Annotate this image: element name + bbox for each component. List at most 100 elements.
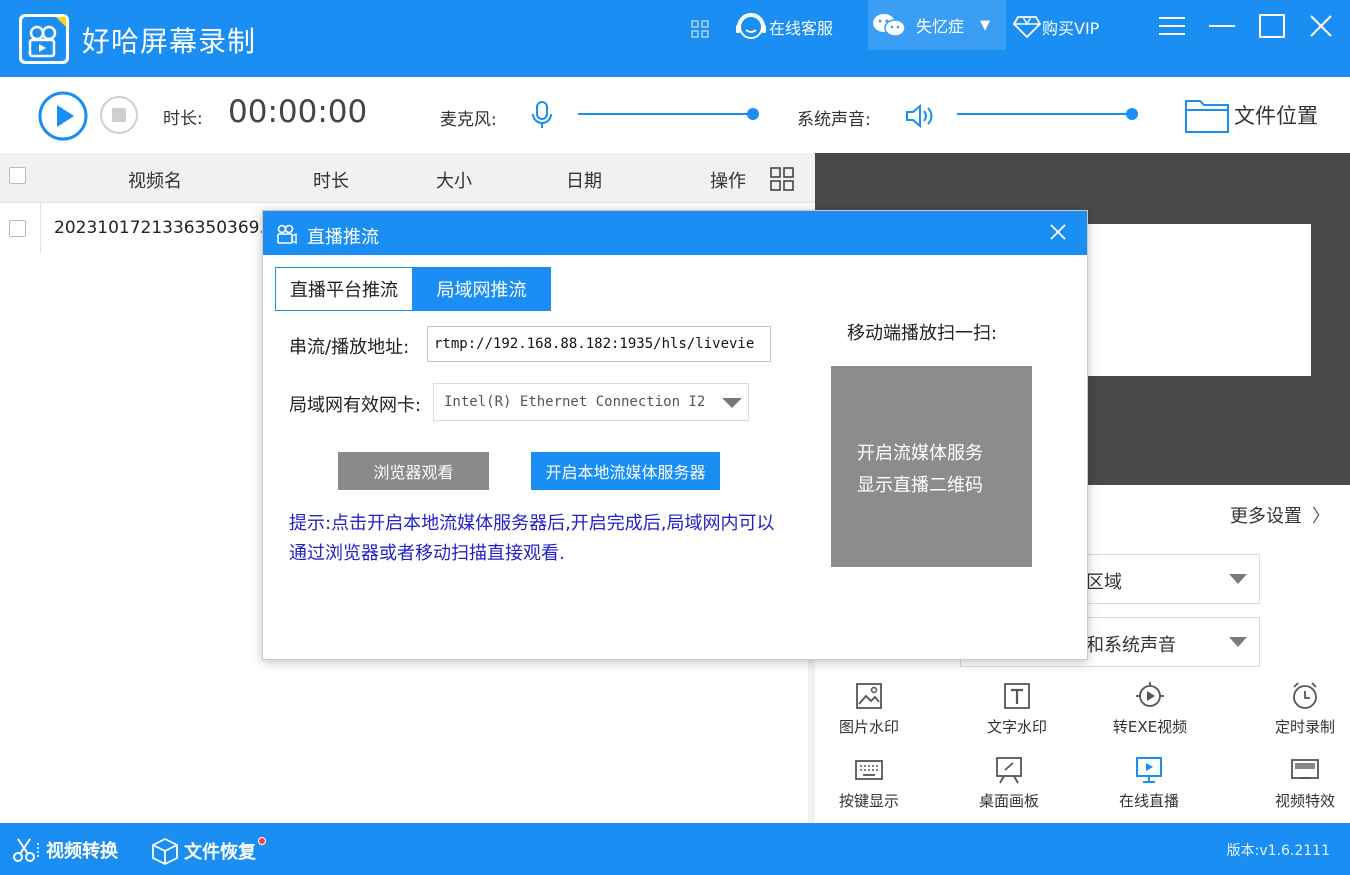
column-actions: 操作 (710, 171, 746, 192)
system-volume-knob[interactable] (1126, 108, 1138, 120)
tool-scheduled-recording[interactable]: 定时录制 (1265, 681, 1345, 737)
select-all-checkbox[interactable] (9, 167, 26, 184)
system-volume-slider[interactable] (957, 108, 1138, 120)
username-label: 失忆症 (916, 17, 965, 36)
tab-platform-stream[interactable]: 直播平台推流 (275, 267, 413, 311)
mic-volume-knob[interactable] (747, 108, 759, 120)
chevron-down-icon: ▼ (980, 17, 991, 33)
column-date[interactable]: 日期 (566, 167, 602, 193)
grid-view-icon[interactable] (769, 166, 795, 192)
bottom-bar: 视频转换 文件恢复 版本:v1.6.2111 (0, 823, 1350, 875)
tool-video-effects[interactable]: 视频特效 (1265, 755, 1345, 811)
more-settings-link[interactable]: 更多设置 〉 (1230, 502, 1330, 528)
dialog-header: 直播推流 (263, 211, 1087, 255)
image-watermark-icon (856, 683, 882, 709)
more-settings-label: 更多设置 (1230, 506, 1302, 527)
tool-key-display[interactable]: 按键显示 (829, 755, 909, 811)
tool-text-watermark[interactable]: 文字水印 (977, 681, 1057, 737)
column-video-name[interactable]: 视频名 (128, 167, 182, 193)
file-location-label: 文件位置 (1234, 104, 1318, 128)
browser-view-button[interactable]: 浏览器观看 (338, 452, 489, 490)
headset-icon (736, 13, 766, 39)
video-table-header: 视频名 时长 大小 日期 操作 (0, 153, 815, 203)
tool-desktop-board[interactable]: 桌面画板 (969, 755, 1049, 811)
customer-service-label: 在线客服 (769, 19, 834, 38)
maximize-icon[interactable] (1255, 10, 1289, 42)
chevron-right-icon: 〉 (1312, 506, 1330, 527)
tool-label: 桌面画板 (978, 792, 1039, 810)
row-checkbox[interactable] (9, 220, 26, 237)
folder-icon (1185, 100, 1229, 133)
column-size[interactable]: 大小 (436, 167, 472, 193)
dialog-close-icon[interactable] (1047, 221, 1069, 243)
nic-label: 局域网有效网卡: (289, 395, 422, 416)
tab-lan-stream[interactable]: 局域网推流 (412, 267, 551, 311)
tool-online-live[interactable]: 在线直播 (1109, 755, 1189, 811)
live-broadcast-icon (1136, 757, 1162, 783)
tool-label: 文字水印 (986, 718, 1047, 736)
nic-select[interactable]: Intel(R) Ethernet Connection I2 (433, 383, 749, 421)
app-logo-icon (19, 14, 69, 64)
notification-dot (258, 837, 266, 845)
version-label: 版本:v1.6.2111 (1226, 843, 1330, 859)
tool-label: 视频特效 (1274, 792, 1335, 810)
exe-video-icon (1136, 682, 1164, 707)
app-window: 好哈屏幕录制 在线客服 失忆症 ▼ 购买VIP 时长: 00:00:00 麦克风… (0, 0, 1350, 875)
video-convert-label: 视频转换 (46, 841, 118, 862)
mic-volume-slider[interactable] (578, 108, 759, 120)
close-icon[interactable] (1304, 10, 1338, 42)
minimize-icon[interactable] (1205, 10, 1239, 42)
video-name-cell: 20231017213363503​69... (54, 218, 276, 238)
alarm-clock-icon (1293, 682, 1317, 709)
preview-canvas (1085, 224, 1311, 376)
dialog-title: 直播推流 (307, 227, 379, 248)
speaker-icon[interactable] (904, 102, 936, 130)
tool-label: 按键显示 (838, 792, 899, 810)
audio-source-value: 和系统声音 (1086, 635, 1176, 656)
customer-service-link[interactable]: 在线客服 (733, 12, 833, 42)
camera-icon (277, 224, 297, 245)
stream-url-input[interactable]: rtmp://192.168.88.182:1935/hls/livevie (427, 326, 771, 362)
play-button[interactable] (37, 90, 89, 142)
text-watermark-icon (1004, 683, 1030, 709)
buy-vip-link[interactable]: 购买VIP (1012, 12, 1099, 42)
wechat-icon (873, 14, 906, 37)
title-bar: 好哈屏幕录制 在线客服 失忆症 ▼ 购买VIP (0, 0, 1350, 77)
drawing-board-icon (996, 757, 1022, 784)
qr-code-icon[interactable] (690, 14, 710, 44)
video-effects-icon (1291, 759, 1319, 779)
diamond-icon (1012, 16, 1042, 39)
column-duration[interactable]: 时长 (313, 167, 349, 193)
tool-label: 转EXE视频 (1112, 718, 1188, 736)
microphone-icon[interactable] (530, 100, 554, 130)
tool-label: 在线直播 (1118, 792, 1179, 810)
start-server-button[interactable]: 开启本地流媒体服务器 (531, 452, 720, 490)
nic-value: Intel(R) Ethernet Connection I2 (444, 394, 706, 410)
duration-value: 00:00:00 (228, 94, 368, 130)
qr-placeholder-line1: 开启流媒体服务 (857, 443, 983, 464)
file-location-button[interactable]: 文件位置 (1184, 95, 1318, 135)
qr-label: 移动端播放扫一扫: (847, 323, 998, 344)
scissors-icon (13, 838, 39, 862)
tool-exe-video[interactable]: 转EXE视频 (1110, 681, 1190, 737)
hint-text: 提示:点击开启本地流媒体服务器后,开启完成后,局域网内可以通过浏览器或者移动扫描… (289, 513, 775, 564)
stop-button[interactable] (99, 95, 139, 135)
tool-label: 图片水印 (838, 718, 899, 736)
live-stream-dialog: 直播推流 直播平台推流 局域网推流 串流/播放地址: rtmp://192.16… (262, 210, 1088, 660)
record-area-value: 区域 (1086, 572, 1122, 593)
tool-label: 定时录制 (1274, 718, 1335, 736)
file-recover-label: 文件恢复 (184, 842, 256, 863)
chevron-down-icon (1229, 637, 1247, 647)
buy-vip-label: 购买VIP (1042, 19, 1100, 38)
panel-divider (808, 660, 815, 823)
chevron-down-icon (722, 398, 742, 408)
keyboard-icon (855, 760, 883, 780)
qr-code-placeholder: 开启流媒体服务 显示直播二维码 (831, 366, 1032, 567)
menu-icon[interactable] (1155, 10, 1189, 42)
tool-image-watermark[interactable]: 图片水印 (829, 681, 909, 737)
box-icon (152, 837, 178, 865)
video-convert-button[interactable]: 视频转换 (12, 837, 118, 863)
user-menu[interactable]: 失忆症 ▼ (868, 0, 1006, 50)
stream-url-label: 串流/播放地址: (289, 337, 410, 358)
file-recover-button[interactable]: 文件恢复 (150, 837, 266, 865)
